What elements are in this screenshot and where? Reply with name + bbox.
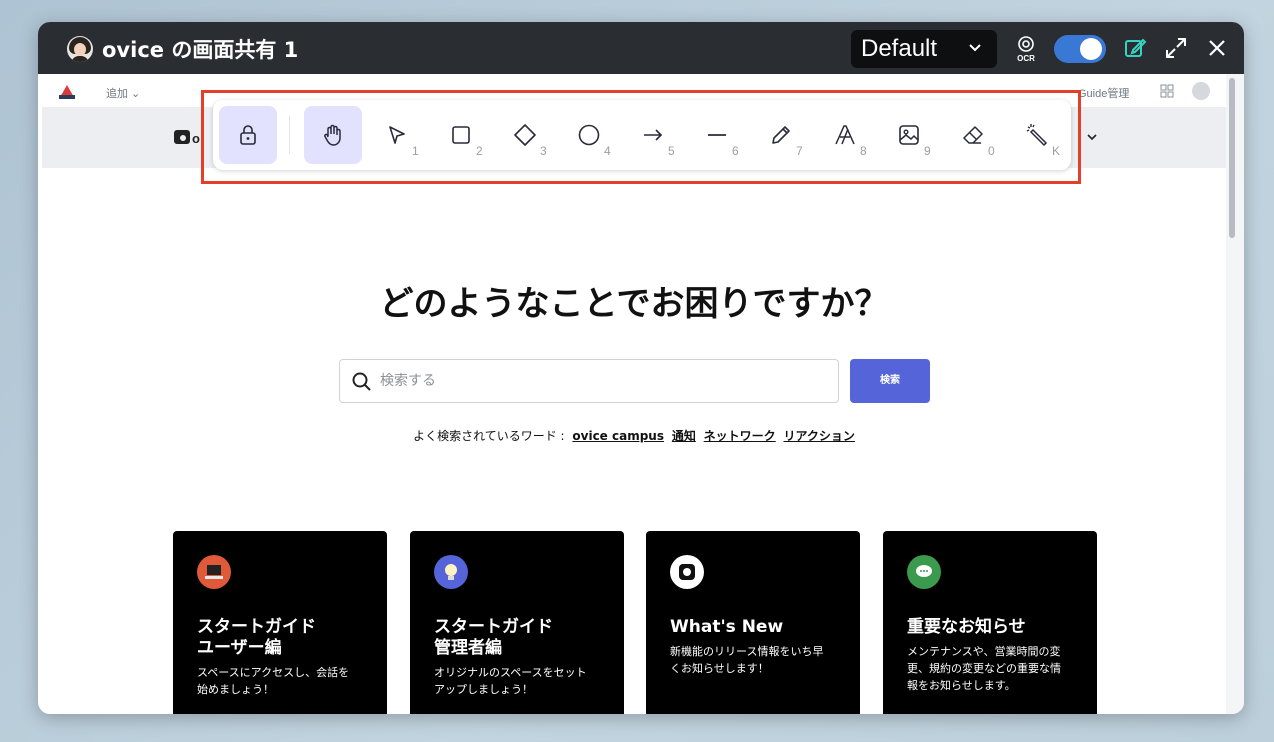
hand-tool[interactable] — [304, 106, 362, 164]
card-title: スタートガイド 管理者編 — [434, 617, 553, 658]
annotation-toggle[interactable] — [1054, 35, 1106, 63]
ellipse-tool[interactable]: 4 — [560, 106, 618, 164]
account-icon[interactable] — [1192, 82, 1210, 100]
page-scrollbar[interactable] — [1226, 74, 1244, 714]
screen-share-window: ovice の画面共有 1 Default OCR 追加 ⌄ Guide管理 o… — [38, 22, 1244, 714]
popular-word-link[interactable]: ネットワーク — [704, 429, 776, 443]
tool-shortcut: 8 — [860, 144, 867, 158]
pencil-icon — [772, 126, 790, 144]
preset-dropdown[interactable]: Default — [851, 30, 997, 68]
card-admin-guide[interactable]: スタートガイド 管理者編 オリジナルのスペースをセット アップしましょう！ — [410, 531, 624, 714]
ocr-icon — [1018, 36, 1034, 52]
grid-icon[interactable] — [1160, 84, 1174, 98]
card-description: オリジナルのスペースをセット アップしましょう！ — [434, 666, 587, 696]
ocr-button[interactable]: OCR — [1015, 36, 1037, 64]
arrow-icon — [644, 129, 663, 141]
arrow-tool[interactable]: 5 — [624, 106, 682, 164]
image-icon — [899, 125, 919, 145]
tool-shortcut: 4 — [604, 144, 611, 158]
popular-word-link[interactable]: 通知 — [672, 429, 696, 443]
laptop-icon — [197, 555, 231, 589]
card-title: What's New — [670, 617, 784, 637]
card-whats-new[interactable]: What's New 新機能のリリース情報をいち早 くお知らせします！ — [646, 531, 860, 714]
image-tool[interactable]: 9 — [880, 106, 938, 164]
diamond-tool[interactable]: 3 — [496, 106, 554, 164]
edit-icon[interactable] — [1123, 36, 1147, 60]
text-tool[interactable]: 8 — [816, 106, 874, 164]
preset-label: Default — [861, 35, 938, 62]
svg-text:o: o — [192, 131, 200, 146]
ovice-logo-icon[interactable]: o — [174, 128, 204, 148]
guide-admin-link[interactable]: Guide管理 — [1078, 85, 1129, 101]
ocr-label: OCR — [1017, 54, 1035, 63]
tool-shortcut: 6 — [732, 144, 739, 158]
popular-word-link[interactable]: ovice campus — [572, 429, 664, 443]
laser-pointer-icon — [1026, 124, 1048, 147]
card-description: メンテナンスや、営業時間の変 更、規約の変更などの重要な情 報をお知らせします。 — [907, 645, 1061, 692]
search-field[interactable] — [339, 359, 839, 403]
diamond-icon — [514, 124, 536, 146]
line-icon — [708, 134, 726, 136]
annotation-toolbar: 1 2 3 4 5 6 7 8 9 0 K — [213, 100, 1071, 170]
popular-label: よく検索されているワード : — [413, 429, 565, 443]
rectangle-tool[interactable]: 2 — [432, 106, 490, 164]
lightbulb-icon — [434, 555, 468, 589]
card-title: 重要なお知らせ — [907, 617, 1026, 637]
eraser-tool[interactable]: 0 — [944, 106, 1002, 164]
user-avatar — [67, 36, 93, 62]
popular-searches: よく検索されているワード : ovice campus 通知 ネットワーク リア… — [42, 427, 1226, 444]
ellipse-icon — [578, 124, 600, 146]
page-heading: どのようなことでお困りですか？ — [379, 284, 889, 324]
card-user-guide[interactable]: スタートガイド ユーザー編 スペースにアクセスし、会話を 始めましょう！ — [173, 531, 387, 714]
search-icon — [352, 372, 371, 391]
card-description: スペースにアクセスし、会話を 始めましょう！ — [197, 666, 350, 696]
cursor-icon — [389, 126, 405, 144]
chat-bubble-icon — [907, 555, 941, 589]
title-bar: ovice の画面共有 1 Default OCR — [38, 22, 1244, 74]
tool-shortcut: K — [1052, 144, 1061, 158]
hand-icon — [324, 124, 341, 146]
line-tool[interactable]: 6 — [688, 106, 746, 164]
search-button[interactable]: 検索 — [850, 359, 930, 403]
tool-shortcut: 3 — [540, 144, 547, 158]
tool-shortcut: 1 — [412, 144, 419, 158]
tool-shortcut: 2 — [476, 144, 483, 158]
tool-shortcut: 9 — [924, 144, 931, 158]
search-input[interactable] — [380, 368, 820, 394]
chevron-down-icon — [969, 44, 981, 52]
expand-icon[interactable] — [1164, 36, 1188, 60]
chevron-down-icon[interactable] — [1087, 134, 1097, 141]
card-description: 新機能のリリース情報をいち早 くお知らせします！ — [670, 645, 824, 675]
close-icon[interactable] — [1205, 36, 1229, 60]
card-important-notice[interactable]: 重要なお知らせ メンテナンスや、営業時間の変 更、規約の変更などの重要な情 報をお知… — [883, 531, 1097, 714]
popular-word-link[interactable]: リアクション — [784, 429, 855, 443]
draw-tool[interactable]: 7 — [752, 106, 810, 164]
eraser-icon — [963, 126, 983, 144]
lock-tool[interactable] — [219, 106, 277, 164]
window-title: ovice の画面共有 1 — [102, 38, 299, 62]
tool-shortcut: 0 — [988, 144, 995, 158]
lock-icon — [240, 125, 256, 145]
toolbar-divider — [289, 116, 290, 154]
laser-tool[interactable]: K — [1008, 106, 1066, 164]
rectangle-icon — [452, 126, 470, 144]
select-tool[interactable]: 1 — [368, 106, 426, 164]
text-icon — [835, 125, 855, 145]
card-title: スタートガイド ユーザー編 — [197, 617, 316, 658]
ovice-logo-icon — [670, 555, 704, 589]
tool-shortcut: 7 — [796, 144, 803, 158]
add-menu[interactable]: 追加 ⌄ — [106, 85, 140, 101]
site-logo-icon[interactable] — [58, 84, 76, 100]
tool-shortcut: 5 — [668, 144, 675, 158]
